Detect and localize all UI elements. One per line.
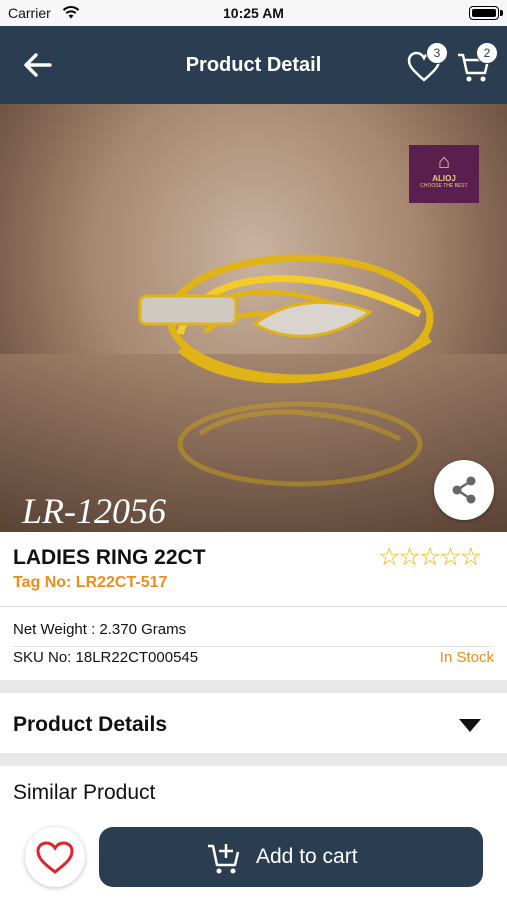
add-to-cart-button[interactable]: Add to cart (99, 827, 483, 887)
cart-button[interactable]: 2 (456, 42, 498, 84)
tag-number: Tag No: LR22CT-517 (13, 574, 168, 591)
add-cart-icon (208, 844, 240, 874)
heart-outline-icon (36, 841, 74, 874)
divider (0, 606, 507, 607)
divider (13, 646, 494, 647)
clock: 10:25 AM (223, 5, 284, 21)
section-gap (0, 753, 507, 766)
section-gap (0, 680, 507, 693)
share-icon (452, 476, 476, 504)
wishlist-button[interactable]: 3 (406, 42, 448, 84)
stock-status: In Stock (439, 649, 494, 666)
ring-illustration (138, 254, 434, 487)
add-to-cart-label: Add to cart (256, 845, 358, 868)
navigation-bar: Product Detail 3 2 (0, 26, 507, 104)
product-image[interactable]: ⌂ ALIOJ CHOOSE THE BEST LR-12056 (0, 104, 507, 532)
caret-down-icon (459, 719, 481, 732)
battery-icon (469, 6, 503, 20)
sku-number: SKU No: 18LR22CT000545 (13, 649, 199, 666)
cart-count-badge: 2 (476, 42, 498, 64)
rating-stars[interactable]: ☆☆☆☆☆ (378, 542, 482, 572)
product-details-toggle[interactable]: Product Details (0, 693, 507, 753)
similar-product-heading: Similar Product (13, 781, 156, 804)
design-code-watermark: LR-12056 (22, 491, 166, 531)
wishlist-count-badge: 3 (426, 42, 448, 64)
status-bar: Carrier 10:25 AM (0, 0, 507, 26)
favorite-button[interactable] (25, 827, 85, 887)
product-name: LADIES RING 22CT (13, 546, 206, 569)
net-weight: Net Weight : 2.370 Grams (13, 621, 187, 638)
product-details-label: Product Details (13, 713, 168, 736)
share-button[interactable] (434, 460, 494, 520)
